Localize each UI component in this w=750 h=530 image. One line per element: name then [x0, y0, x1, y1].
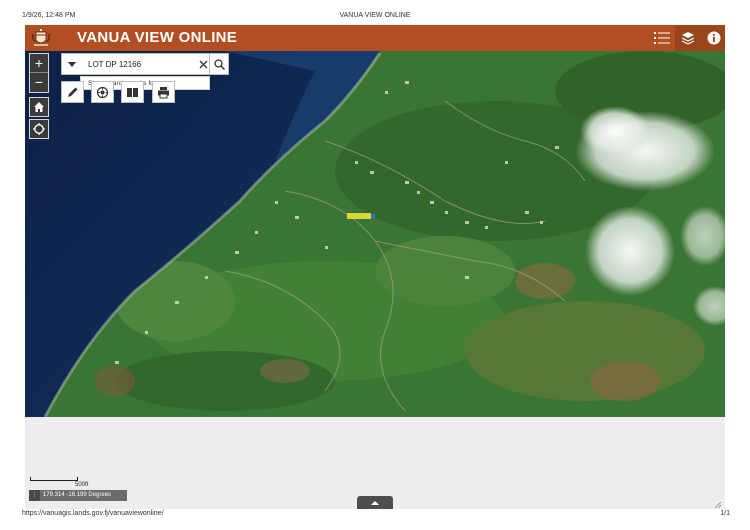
resize-grip-icon[interactable]	[714, 496, 722, 509]
home-icon	[34, 102, 44, 112]
zoom-out-button[interactable]: −	[30, 73, 48, 92]
search-box[interactable]: LOT DP 12166	[61, 53, 228, 75]
home-button[interactable]	[29, 97, 49, 117]
zoom-in-button[interactable]: +	[30, 54, 48, 73]
zoom-control: + −	[29, 53, 49, 93]
coordinate-value: 179.314 -16.199 Degrees	[43, 492, 112, 498]
close-icon	[199, 60, 207, 68]
scale-bar	[30, 477, 78, 481]
search-source-dropdown-icon[interactable]	[68, 62, 76, 67]
compare-icon	[127, 87, 138, 97]
measure-icon	[96, 86, 109, 98]
print-tool-button[interactable]	[152, 81, 175, 103]
print-icon	[158, 86, 169, 98]
info-button[interactable]	[701, 25, 725, 51]
search-input[interactable]: LOT DP 12166	[88, 60, 141, 69]
coat-of-arms-logo	[31, 27, 51, 49]
coordinate-toggle-icon[interactable]: ⋮	[29, 490, 40, 501]
locate-button[interactable]	[29, 119, 49, 139]
app-header: VANUA VIEW ONLINE	[25, 25, 725, 51]
draw-tool-button[interactable]	[61, 81, 84, 103]
coordinate-readout: ⋮ 179.314 -16.199 Degrees	[29, 490, 127, 501]
legend-list-button[interactable]	[649, 25, 675, 51]
print-page-title: VANUA VIEW ONLINE	[339, 12, 411, 19]
compare-tool-button[interactable]	[121, 81, 144, 103]
map-view[interactable]	[25, 51, 725, 417]
app-window: VANUA VIEW ONLINE + − LOT DP 12166 searc…	[25, 25, 725, 509]
print-url: https://vanuagis.lands.gov.fj/vanuaviewo…	[22, 510, 164, 517]
search-button[interactable]	[209, 53, 229, 75]
list-icon	[654, 32, 670, 44]
search-icon	[213, 58, 225, 70]
app-title: VANUA VIEW ONLINE	[77, 29, 238, 46]
print-page-number: 1/1	[720, 510, 730, 517]
scale-label: 500ft	[75, 482, 89, 488]
pencil-icon	[68, 87, 78, 97]
attribute-table-toggle[interactable]	[357, 496, 393, 509]
measure-tool-button[interactable]	[91, 81, 114, 103]
layers-icon	[681, 32, 695, 45]
layers-button[interactable]	[675, 25, 701, 51]
chevron-up-icon	[371, 500, 379, 505]
info-icon	[707, 31, 721, 45]
locate-icon	[33, 123, 45, 135]
